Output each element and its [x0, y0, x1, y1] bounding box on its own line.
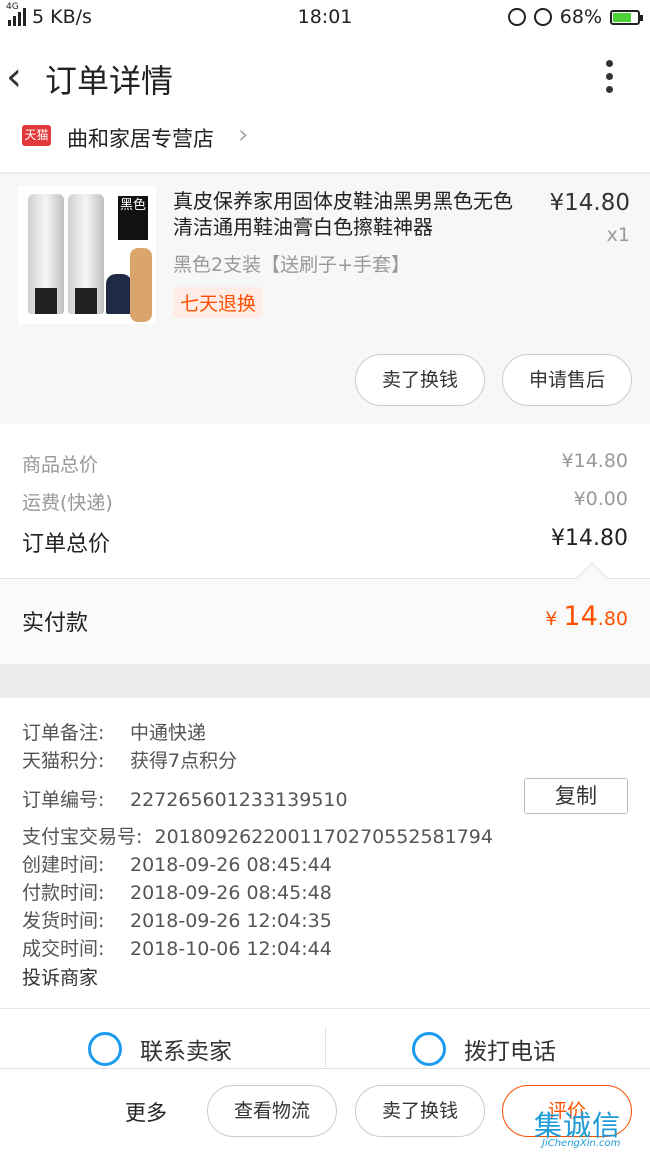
color-label-box: 黑色 [118, 196, 148, 240]
product-quantity: x1 [606, 224, 630, 246]
phone-icon [412, 1032, 446, 1066]
call-phone-button[interactable]: 拨打电话 [412, 1029, 556, 1069]
created-key: 创建时间: [22, 854, 105, 876]
view-logistics-button[interactable]: 查看物流 [207, 1085, 337, 1137]
order-total-value: ¥14.80 [551, 526, 628, 551]
closed-row: 成交时间: 2018-10-06 12:04:44 [22, 934, 332, 961]
more-button[interactable]: 更多 [125, 1097, 167, 1127]
points-value: 获得7点积分 [130, 750, 238, 772]
points-row: 天猫积分: 获得7点积分 [22, 746, 237, 773]
goods-total-label: 商品总价 [22, 454, 99, 476]
paid-amount-row: 实付款 ¥ 14.80 [0, 562, 650, 664]
alipay-key: 支付宝交易号: [22, 826, 143, 848]
product-image[interactable]: 黑色 [18, 186, 156, 324]
complain-link[interactable]: 投诉商家 [22, 963, 98, 990]
paid-currency: ¥ [545, 608, 558, 630]
closed-value: 2018-10-06 12:04:44 [130, 938, 332, 960]
product-sku: 黑色2支装【送刷子+手套】 [173, 254, 411, 276]
copy-button[interactable]: 复制 [524, 778, 628, 814]
tube-illustration [68, 194, 104, 314]
shipping-row: 运费(快递) ¥0.00 [22, 488, 628, 515]
chevron-right-icon: › [238, 120, 249, 150]
alipay-value: 2018092622001170270552581794 [154, 826, 493, 848]
shop-row[interactable]: 天猫 曲和家居专营店 › [0, 120, 650, 172]
paid-time-value: 2018-09-26 08:45:48 [130, 882, 332, 904]
points-key: 天猫积分: [22, 750, 105, 772]
paid-label: 实付款 [22, 611, 89, 636]
contact-seller-label: 联系卖家 [140, 1039, 232, 1065]
contact-seller-button[interactable]: 联系卖家 [88, 1029, 232, 1069]
created-value: 2018-09-26 08:45:44 [130, 854, 332, 876]
order-info: 订单备注: 中通快递 天猫积分: 获得7点积分 订单编号: 2272656012331… [0, 698, 650, 1008]
paid-integer: 14 [563, 601, 598, 632]
sell-for-cash-button-bottom[interactable]: 卖了换钱 [355, 1085, 485, 1137]
closed-key: 成交时间: [22, 938, 105, 960]
order-total-label: 订单总价 [22, 532, 111, 557]
chat-bubble-icon [88, 1032, 122, 1066]
battery-icon [610, 9, 643, 25]
tmall-badge: 天猫 [22, 125, 51, 146]
nav-bar: ‹ 订单详情 [0, 34, 650, 120]
contact-divider [325, 1027, 326, 1067]
shipped-key: 发货时间: [22, 910, 105, 932]
lock-rotation-icon [507, 8, 526, 26]
site-watermark: 集诚信 JiChengXin.com [534, 1100, 650, 1155]
order-number-row: 订单编号: 227265601233139510 [22, 785, 348, 812]
product-title[interactable]: 真皮保养家用固体皮鞋油黑男黑色无色清洁通用鞋油膏白色擦鞋神器 [173, 188, 528, 240]
shipping-value: ¥0.00 [573, 488, 628, 510]
paid-amount: ¥ 14.80 [545, 601, 628, 632]
shop-name[interactable]: 曲和家居专营店 [67, 123, 214, 153]
contact-bar: 联系卖家 拨打电话 [0, 1008, 650, 1068]
battery-percent: 68% [559, 6, 602, 28]
created-row: 创建时间: 2018-09-26 08:45:44 [22, 850, 332, 877]
remark-row: 订单备注: 中通快递 [22, 718, 206, 745]
page-title: 订单详情 [45, 62, 174, 100]
order-total-row: 订单总价 ¥14.80 [22, 526, 628, 558]
remark-value: 中通快递 [130, 722, 207, 744]
after-sale-button[interactable]: 申请售后 [502, 354, 632, 406]
paid-time-key: 付款时间: [22, 882, 105, 904]
watermark-url: JiChengXin.com [542, 1138, 621, 1149]
status-bar: 4G 5 KB/s 18:01 68% [0, 0, 650, 34]
shipped-row: 发货时间: 2018-09-26 12:04:35 [22, 906, 332, 933]
goods-total-row: 商品总价 ¥14.80 [22, 450, 628, 477]
product-price: ¥14.80 [549, 190, 630, 216]
paid-time-row: 付款时间: 2018-09-26 08:45:48 [22, 878, 332, 905]
tube-illustration [28, 194, 64, 314]
alarm-icon [533, 8, 552, 26]
back-arrow-icon[interactable]: ‹ [6, 54, 22, 100]
status-right: 68% [507, 6, 643, 28]
product-card[interactable]: 黑色 真皮保养家用固体皮鞋油黑男黑色无色清洁通用鞋油膏白色擦鞋神器 ¥14.80… [0, 174, 650, 424]
shipped-value: 2018-09-26 12:04:35 [130, 910, 332, 932]
shipping-label: 运费(快递) [22, 492, 113, 514]
order-number-value: 227265601233139510 [130, 789, 348, 811]
call-phone-label: 拨打电话 [464, 1039, 556, 1065]
goods-total-value: ¥14.80 [561, 450, 628, 472]
brush-illustration [130, 248, 152, 322]
paid-decimal: .80 [597, 608, 628, 630]
alipay-row: 支付宝交易号: 2018092622001170270552581794 [22, 822, 493, 849]
glove-illustration [106, 274, 132, 314]
price-summary: 商品总价 ¥14.80 运费(快递) ¥0.00 订单总价 ¥14.80 [0, 424, 650, 578]
return-policy-tag: 七天退换 [173, 287, 264, 318]
sell-for-cash-button[interactable]: 卖了换钱 [355, 354, 485, 406]
more-options-icon[interactable] [606, 60, 614, 99]
order-number-key: 订单编号: [22, 789, 105, 811]
remark-key: 订单备注: [22, 722, 105, 744]
